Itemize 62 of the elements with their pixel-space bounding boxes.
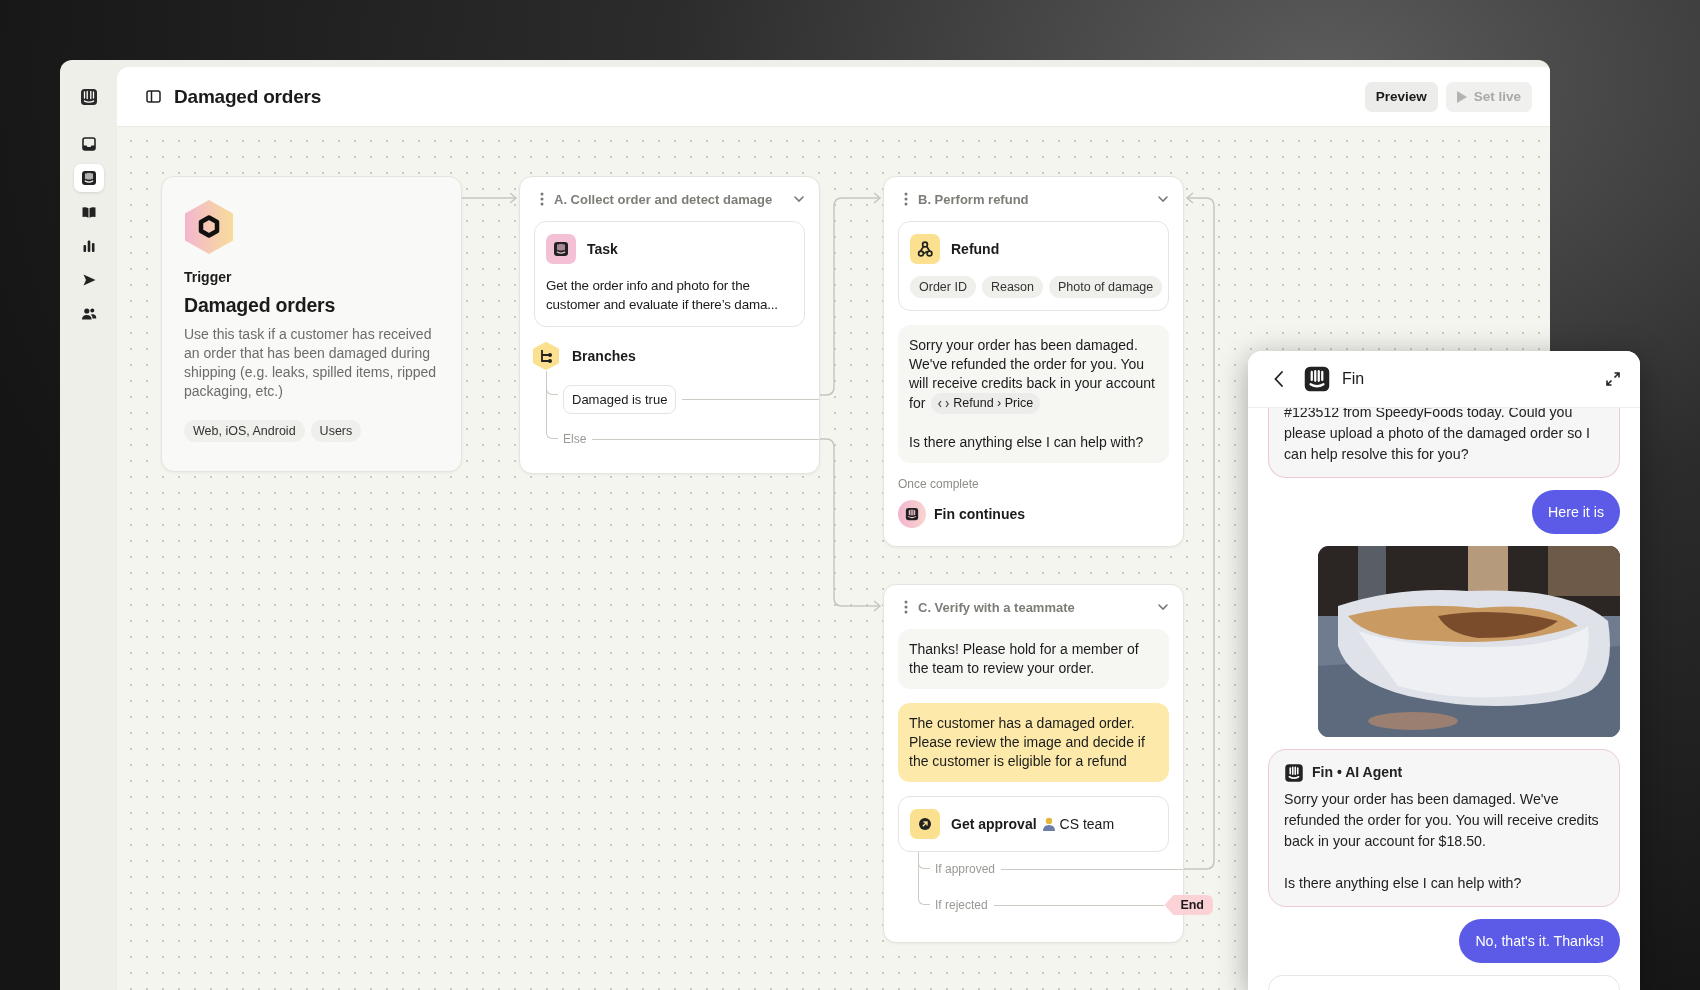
inbox-icon: [80, 136, 97, 152]
block-title: Refund: [951, 241, 1000, 257]
book-icon: [80, 204, 97, 220]
end-tag: End: [1164, 895, 1213, 915]
page-title: Damaged orders: [174, 85, 323, 108]
play-icon: [1456, 90, 1467, 103]
block-title: Task: [587, 241, 618, 257]
logo-icon: [898, 500, 926, 528]
expand-icon[interactable]: [1606, 372, 1620, 386]
logo-icon: [1284, 762, 1304, 783]
message-text: Sorry your order has been damaged. We've refunded the order for you. You will receive credits back in your account for $18.50. Is there anything else I can help with?: [1284, 791, 1599, 891]
user-message: Here it is: [1532, 490, 1620, 534]
step-title: C. Verify with a teammate: [918, 599, 1076, 615]
section-label: Once complete: [898, 477, 980, 491]
users-icon: [80, 306, 97, 322]
chat-title: Fin: [1342, 370, 1366, 388]
webhook-icon: [910, 234, 940, 264]
chevron-down-icon[interactable]: [1157, 601, 1169, 613]
tag: Users: [310, 420, 362, 442]
step-title: B. Perform refund: [918, 191, 1030, 207]
internal-note: The customer has a damaged order. Please review the image and decide if the customer is eligible for a refund: [898, 703, 1169, 782]
branch-label: If rejected: [935, 898, 988, 912]
sidebar-item[interactable]: [73, 164, 104, 192]
code-icon: [938, 399, 950, 408]
branch-label: If approved: [935, 862, 996, 876]
block-title: Fin continues: [934, 506, 1025, 522]
variable-chip[interactable]: Refund › Price: [931, 393, 1041, 414]
tag: Photo of damage: [1049, 276, 1163, 298]
branch-label: Else: [563, 432, 587, 446]
logo-icon: [546, 234, 576, 264]
branch-icon: [531, 341, 561, 371]
more-icon[interactable]: [540, 192, 544, 206]
message-bubble: Thanks! Please hold for a member of the team to review your order.: [898, 629, 1169, 689]
tag: Web, iOS, Android: [184, 420, 305, 442]
sender-name: Fin • AI Agent: [1312, 763, 1403, 782]
block-title: Get approval: [951, 816, 1037, 832]
chevron-down-icon[interactable]: [793, 193, 805, 205]
tag: Order ID: [910, 276, 976, 298]
more-icon[interactable]: [904, 600, 908, 614]
message-text: Is there anything else I can help with?: [909, 433, 1145, 452]
logo-icon: [1303, 365, 1331, 393]
logo-icon: [80, 170, 97, 186]
message-text: for: [909, 394, 926, 413]
person-icon: [1042, 817, 1055, 831]
back-icon[interactable]: [1274, 371, 1284, 387]
tag: Reason: [981, 276, 1044, 298]
block-title: Branches: [572, 348, 636, 364]
task-description: Get the order info and photo for the customer and evaluate if there’s dama...: [546, 277, 779, 314]
trigger-description: Use this task if a customer has received an order that has been damaged during shipping (e.g. leaks, spilled items, ripped packaging, etc.): [184, 325, 438, 401]
team-name: CS team: [1059, 816, 1115, 832]
step-title: A. Collect order and detect damage: [554, 191, 774, 207]
trigger-title: Damaged orders: [184, 294, 337, 317]
hexagon-icon: [184, 199, 234, 255]
condition-chip[interactable]: Damaged is true: [563, 384, 677, 414]
more-icon[interactable]: [904, 192, 908, 206]
preview-button[interactable]: Preview: [1364, 81, 1438, 112]
sidebar-toggle-icon[interactable]: [146, 89, 161, 104]
chevron-down-icon[interactable]: [1157, 193, 1169, 205]
trigger-label: Trigger: [184, 269, 233, 285]
connector-arrow: [461, 192, 518, 204]
logo-icon: [79, 88, 98, 106]
user-message: No, that's it. Thanks!: [1459, 919, 1620, 963]
